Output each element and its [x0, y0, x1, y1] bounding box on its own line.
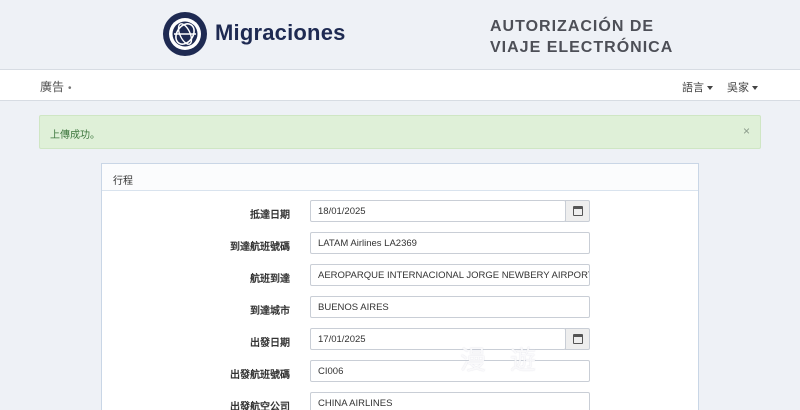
brand-title: Migraciones	[215, 20, 346, 45]
eta-title-line2: VIAJE ELECTRÓNICA	[490, 39, 674, 56]
migraciones-logo-icon	[163, 12, 207, 56]
chevron-down-icon	[752, 86, 758, 91]
user-dropdown[interactable]: 吳家	[727, 79, 758, 95]
chevron-down-icon	[707, 86, 713, 91]
arrival-airport-label: 航班到達	[250, 274, 290, 285]
panel-heading: 行程	[102, 164, 698, 191]
departure-date-label: 出發日期	[250, 338, 290, 349]
arrival-date-picker-button[interactable]	[565, 200, 590, 222]
alert-message: 上傳成功。	[50, 130, 100, 141]
header: Migraciones AUTORIZACIÓN DE VIAJE ELECTR…	[0, 0, 800, 68]
arrival-city-input[interactable]: BUENOS AIRES	[310, 296, 590, 318]
user-label: 吳家	[727, 82, 749, 94]
nav-ads-link[interactable]: 廣告 •	[40, 78, 72, 95]
itinerary-panel: 行程 抵達日期 18/01/2025 到達航班號碼 LATAM Airlines…	[101, 163, 699, 410]
arrival-flight-input[interactable]: LATAM Airlines LA2369	[310, 232, 590, 254]
language-dropdown[interactable]: 語言	[682, 79, 713, 95]
nav-ads-label: 廣告	[40, 80, 65, 94]
arrival-city-label: 到達城市	[250, 306, 290, 317]
departure-airline-label: 出發航空公司	[230, 402, 290, 410]
arrival-date-label: 抵達日期	[250, 210, 290, 221]
calendar-icon	[573, 206, 583, 216]
departure-date-picker-button[interactable]	[565, 328, 590, 350]
eta-title: AUTORIZACIÓN DE VIAJE ELECTRÓNICA	[490, 16, 673, 58]
calendar-icon	[573, 334, 583, 344]
language-label: 語言	[682, 82, 704, 94]
watermark: 漫遊	[460, 346, 561, 376]
departure-airline-input[interactable]: CHINA AIRLINES	[310, 392, 590, 410]
eta-title-line1: AUTORIZACIÓN DE	[490, 18, 655, 35]
departure-flight-label: 出發航班號碼	[230, 370, 290, 381]
success-alert: 上傳成功。 ×	[39, 115, 761, 149]
panel-title: 行程	[113, 176, 133, 187]
arrival-airport-input[interactable]: AEROPARQUE INTERNACIONAL JORGE NEWBERY A…	[310, 264, 590, 286]
close-icon[interactable]: ×	[743, 124, 750, 138]
arrival-flight-label: 到達航班號碼	[230, 242, 290, 253]
arrival-date-input[interactable]: 18/01/2025	[310, 200, 566, 222]
nav-ads-dot: •	[68, 83, 72, 94]
navbar: 廣告 • 語言 吳家	[0, 69, 800, 101]
